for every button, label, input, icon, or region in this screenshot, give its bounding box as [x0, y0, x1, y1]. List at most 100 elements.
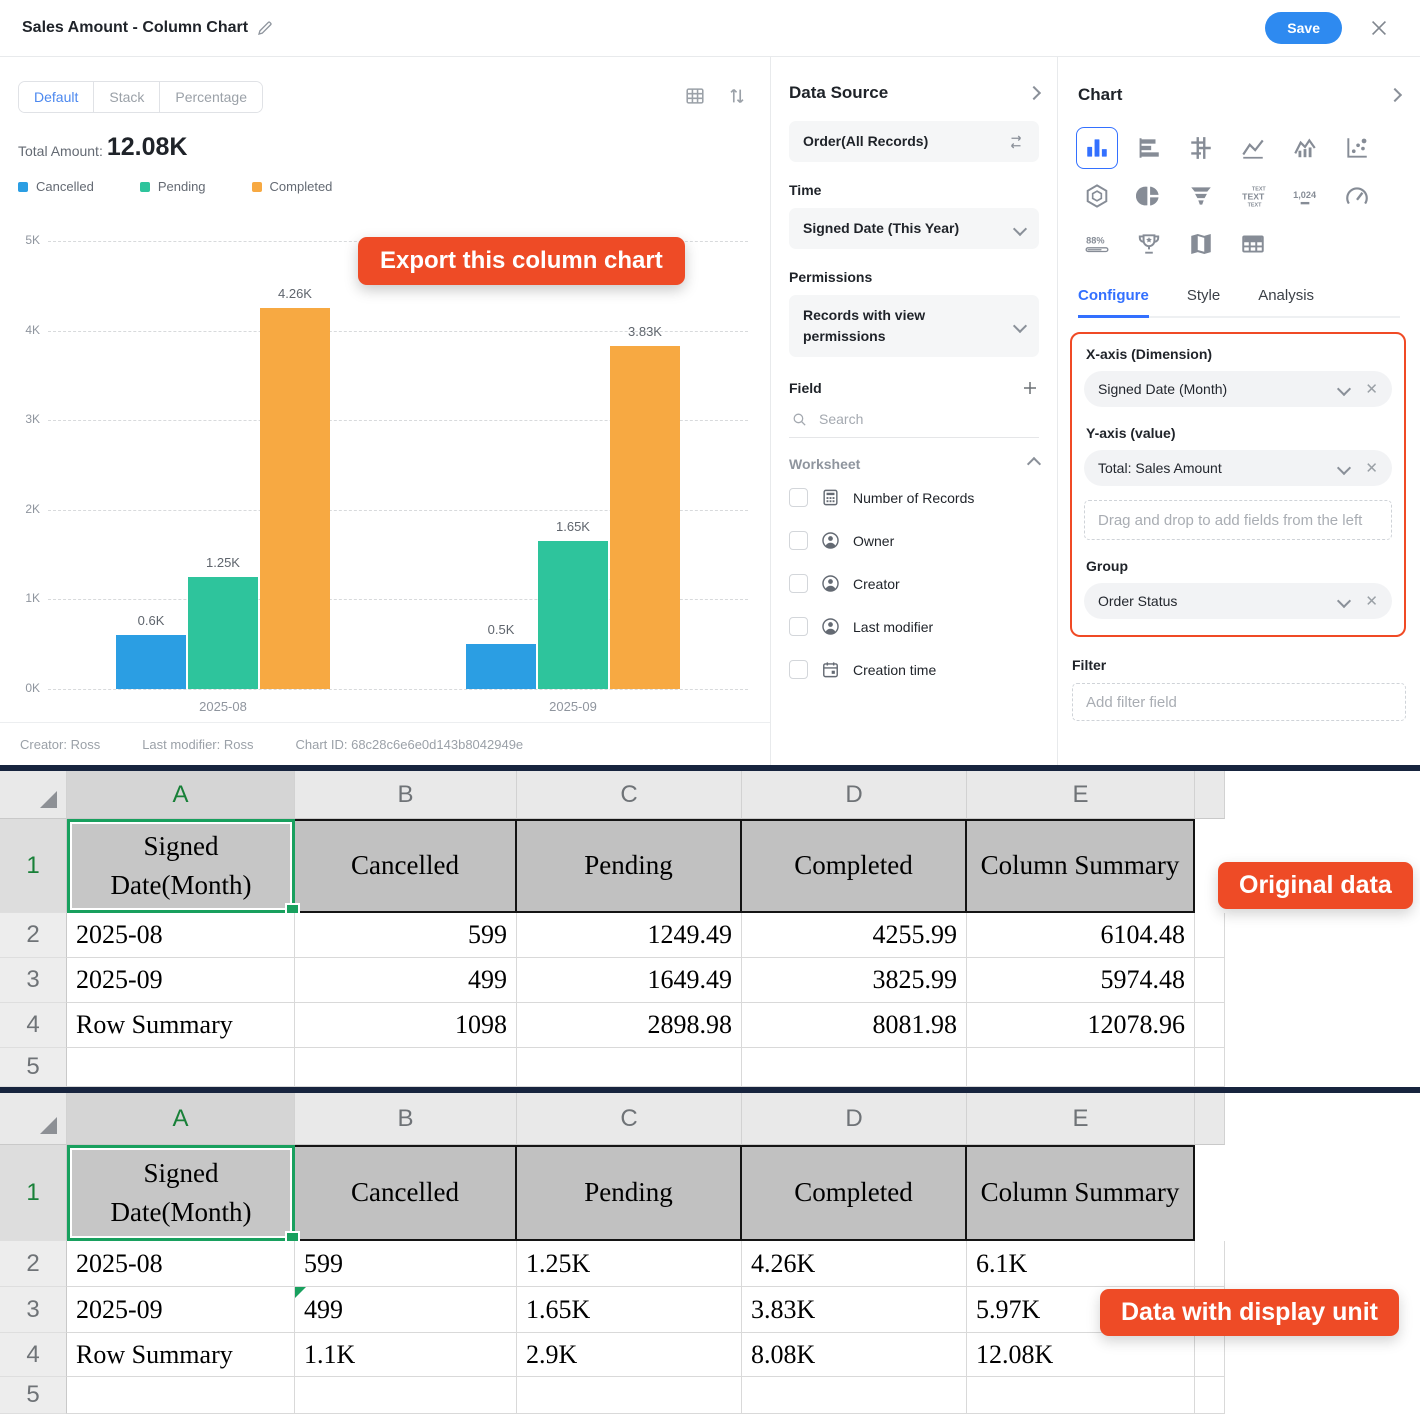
column-header-B[interactable]: B	[295, 1093, 517, 1145]
cell-B4[interactable]: 1098	[295, 1003, 517, 1048]
cell-B3[interactable]: 499	[295, 1287, 517, 1333]
chevron-down-icon[interactable]	[1337, 594, 1351, 608]
column-header-E[interactable]: E	[967, 771, 1195, 819]
chart-type-radar-chart[interactable]	[1076, 175, 1118, 217]
row-header-1[interactable]: 1	[0, 819, 67, 913]
cell-blank[interactable]	[1195, 1241, 1225, 1287]
checkbox[interactable]	[789, 617, 808, 636]
chart-type-gauge-chart[interactable]	[1336, 175, 1378, 217]
legend-item-completed[interactable]: Completed	[252, 179, 333, 194]
cell-B4[interactable]: 1.1K	[295, 1333, 517, 1377]
chevron-right-icon[interactable]	[1388, 88, 1402, 102]
cell-C4[interactable]: 2.9K	[517, 1333, 742, 1377]
row-header-3[interactable]: 3	[0, 1287, 67, 1333]
chart-type-number-card[interactable]: 1,024	[1284, 175, 1326, 217]
cell-empty[interactable]	[742, 1377, 967, 1414]
tab-default[interactable]: Default	[19, 82, 93, 112]
cell-B1[interactable]: Cancelled	[295, 1145, 517, 1241]
cell-empty[interactable]	[967, 1377, 1195, 1414]
cell-blank[interactable]	[1195, 1333, 1225, 1377]
chart-type-medal-chart[interactable]	[1128, 223, 1170, 265]
row-header-2[interactable]: 2	[0, 1241, 67, 1287]
tab-stack[interactable]: Stack	[93, 82, 159, 112]
chart-type-table-chart[interactable]	[1232, 223, 1274, 265]
chart-type-funnel-chart[interactable]	[1180, 175, 1222, 217]
column-header-C[interactable]: C	[517, 771, 742, 819]
checkbox[interactable]	[789, 660, 808, 679]
row-header-4[interactable]: 4	[0, 1333, 67, 1377]
cell-empty[interactable]	[1195, 1048, 1225, 1087]
chevron-down-icon[interactable]	[1337, 461, 1351, 475]
plus-icon[interactable]	[1021, 379, 1039, 397]
sheet-corner[interactable]	[0, 1093, 67, 1145]
cell-D1[interactable]: Completed	[742, 819, 967, 913]
worksheet-item-last-modifier[interactable]: Last modifier	[789, 605, 1039, 648]
chevron-down-icon[interactable]	[1337, 382, 1351, 396]
row-header-5[interactable]: 5	[0, 1377, 67, 1414]
cell-E1[interactable]: Column Summary	[967, 1145, 1195, 1241]
cell-blank[interactable]	[1195, 913, 1225, 958]
tab-configure[interactable]: Configure	[1078, 287, 1149, 318]
chart-type-map-chart[interactable]	[1180, 223, 1222, 265]
cell-empty[interactable]	[742, 1048, 967, 1087]
cell-C1[interactable]: Pending	[517, 1145, 742, 1241]
tab-style[interactable]: Style	[1187, 287, 1220, 318]
cell-empty[interactable]	[295, 1377, 517, 1414]
cell-empty[interactable]	[517, 1048, 742, 1087]
yaxis-field-select[interactable]: Total: Sales Amount ✕	[1084, 450, 1392, 486]
cell-D2[interactable]: 4.26K	[742, 1241, 967, 1287]
cell-D4[interactable]: 8.08K	[742, 1333, 967, 1377]
chart-type-progress-chart[interactable]: 88%	[1076, 223, 1118, 265]
cell-A1[interactable]: Signed Date(Month)	[67, 819, 295, 913]
worksheet-item-creator[interactable]: Creator	[789, 562, 1039, 605]
cell-blank[interactable]	[1195, 958, 1225, 1003]
xaxis-field-select[interactable]: Signed Date (Month) ✕	[1084, 371, 1392, 407]
column-header-A[interactable]: A	[67, 1093, 295, 1145]
sort-arrows-icon[interactable]	[726, 85, 748, 107]
cell-C1[interactable]: Pending	[517, 819, 742, 913]
row-header-2[interactable]: 2	[0, 913, 67, 958]
cell-C3[interactable]: 1649.49	[517, 958, 742, 1003]
row-header-3[interactable]: 3	[0, 958, 67, 1003]
chart-type-pie-chart[interactable]	[1128, 175, 1170, 217]
row-header-5[interactable]: 5	[0, 1048, 67, 1087]
column-header-D[interactable]: D	[742, 771, 967, 819]
cell-A2[interactable]: 2025-08	[67, 913, 295, 958]
chart-type-column-chart[interactable]	[1076, 127, 1118, 169]
cell-empty[interactable]	[67, 1377, 295, 1414]
chart-type-bidirectional-bar-chart[interactable]	[1180, 127, 1222, 169]
cell-B1[interactable]: Cancelled	[295, 819, 517, 913]
column-header-B[interactable]: B	[295, 771, 517, 819]
worksheet-item-creation-time[interactable]: Creation time	[789, 648, 1039, 691]
checkbox[interactable]	[789, 574, 808, 593]
cell-empty[interactable]	[67, 1048, 295, 1087]
cell-C3[interactable]: 1.65K	[517, 1287, 742, 1333]
worksheet-item-owner[interactable]: Owner	[789, 519, 1039, 562]
filter-dropzone[interactable]: Add filter field	[1072, 683, 1406, 721]
close-icon[interactable]	[1368, 17, 1390, 39]
cell-E3[interactable]: 5974.48	[967, 958, 1195, 1003]
chevron-right-icon[interactable]	[1027, 86, 1041, 100]
cell-D1[interactable]: Completed	[742, 1145, 967, 1241]
cell-B2[interactable]: 599	[295, 913, 517, 958]
remove-field-icon[interactable]: ✕	[1365, 594, 1378, 609]
cell-C4[interactable]: 2898.98	[517, 1003, 742, 1048]
sheet-corner[interactable]	[0, 771, 67, 819]
cell-E1[interactable]: Column Summary	[967, 819, 1195, 913]
cell-E2[interactable]: 6104.48	[967, 913, 1195, 958]
checkbox[interactable]	[789, 531, 808, 550]
cell-empty[interactable]	[517, 1377, 742, 1414]
chart-type-scatter-chart[interactable]	[1336, 127, 1378, 169]
chart-type-bar-chart[interactable]	[1128, 127, 1170, 169]
row-header-1[interactable]: 1	[0, 1145, 67, 1241]
cell-C2[interactable]: 1249.49	[517, 913, 742, 958]
column-header-E[interactable]: E	[967, 1093, 1195, 1145]
legend-item-cancelled[interactable]: Cancelled	[18, 179, 94, 194]
column-header-A[interactable]: A	[67, 771, 295, 819]
cell-B2[interactable]: 599	[295, 1241, 517, 1287]
cell-D2[interactable]: 4255.99	[742, 913, 967, 958]
remove-field-icon[interactable]: ✕	[1365, 382, 1378, 397]
cell-B3[interactable]: 499	[295, 958, 517, 1003]
cell-A2[interactable]: 2025-08	[67, 1241, 295, 1287]
chart-type-line-chart[interactable]	[1232, 127, 1274, 169]
